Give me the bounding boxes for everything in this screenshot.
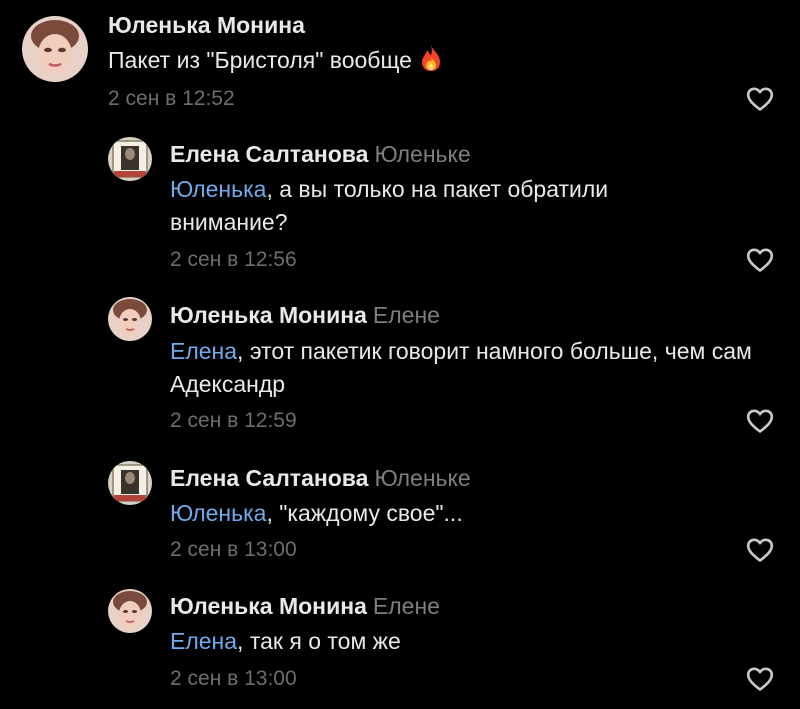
author-line: Елена Салтанова Юленьке [170, 140, 471, 168]
author-name[interactable]: Юленька Монина [108, 12, 305, 38]
reply-to-label[interactable]: Юленьке [374, 465, 470, 491]
reply-to-label[interactable]: Юленьке [374, 141, 470, 167]
avatar-woman-image [108, 589, 152, 633]
comment-body: , "каждому свое"... [266, 500, 463, 526]
comment-text: Елена, так я о том же [170, 625, 770, 658]
comment-time: 2 сен в 13:00 [170, 667, 297, 690]
like-button[interactable] [746, 247, 774, 273]
comment-body: , так я о том же [237, 628, 401, 654]
author-line: Елена Салтанова Юленьке [170, 464, 471, 492]
comment-time: 2 сен в 12:59 [170, 409, 297, 432]
author-line: Юленька Монина [108, 11, 305, 39]
comment-time: 2 сен в 12:56 [170, 248, 297, 271]
comment-time: 2 сен в 12:52 [108, 87, 235, 110]
heart-icon [746, 409, 774, 433]
comment-body: Пакет из "Бристоля" вообще [108, 47, 412, 73]
comment-text: Юленька, "каждому свое"... [170, 497, 770, 530]
mention-link[interactable]: Елена [170, 338, 237, 364]
like-button[interactable] [746, 537, 774, 563]
comment-text: Юленька, а вы только на пакет обратили в… [170, 173, 710, 239]
author-line: Юленька Монина Елене [170, 592, 440, 620]
comment-text: Пакет из "Бристоля" вообще [108, 44, 708, 81]
avatar[interactable] [108, 461, 152, 505]
author-line: Юленька Монина Елене [170, 301, 440, 329]
avatar-woman-image [22, 16, 88, 82]
comment-text: Елена, этот пакетик говорит намного боль… [170, 335, 770, 401]
avatar-photo-image [108, 137, 152, 181]
author-name[interactable]: Юленька Монина [170, 302, 367, 328]
mention-link[interactable]: Юленька [170, 500, 266, 526]
like-button[interactable] [746, 408, 774, 434]
author-name[interactable]: Елена Салтанова [170, 141, 368, 167]
like-button[interactable] [746, 666, 774, 692]
author-name[interactable]: Елена Салтанова [170, 465, 368, 491]
avatar[interactable] [108, 589, 152, 633]
mention-link[interactable]: Елена [170, 628, 237, 654]
heart-icon [746, 667, 774, 691]
reply-to-label[interactable]: Елене [373, 302, 440, 328]
avatar-photo-image [108, 461, 152, 505]
fire-icon [418, 44, 444, 81]
reply-to-label[interactable]: Елене [373, 593, 440, 619]
like-button[interactable] [746, 86, 774, 112]
avatar-woman-image [108, 297, 152, 341]
avatar[interactable] [22, 16, 88, 82]
avatar[interactable] [108, 137, 152, 181]
comment-time: 2 сен в 13:00 [170, 538, 297, 561]
heart-icon [746, 538, 774, 562]
mention-link[interactable]: Юленька [170, 176, 266, 202]
heart-icon [746, 248, 774, 272]
comment-body: , этот пакетик говорит намного больше, ч… [170, 338, 752, 397]
heart-icon [746, 87, 774, 111]
avatar[interactable] [108, 297, 152, 341]
author-name[interactable]: Юленька Монина [170, 593, 367, 619]
